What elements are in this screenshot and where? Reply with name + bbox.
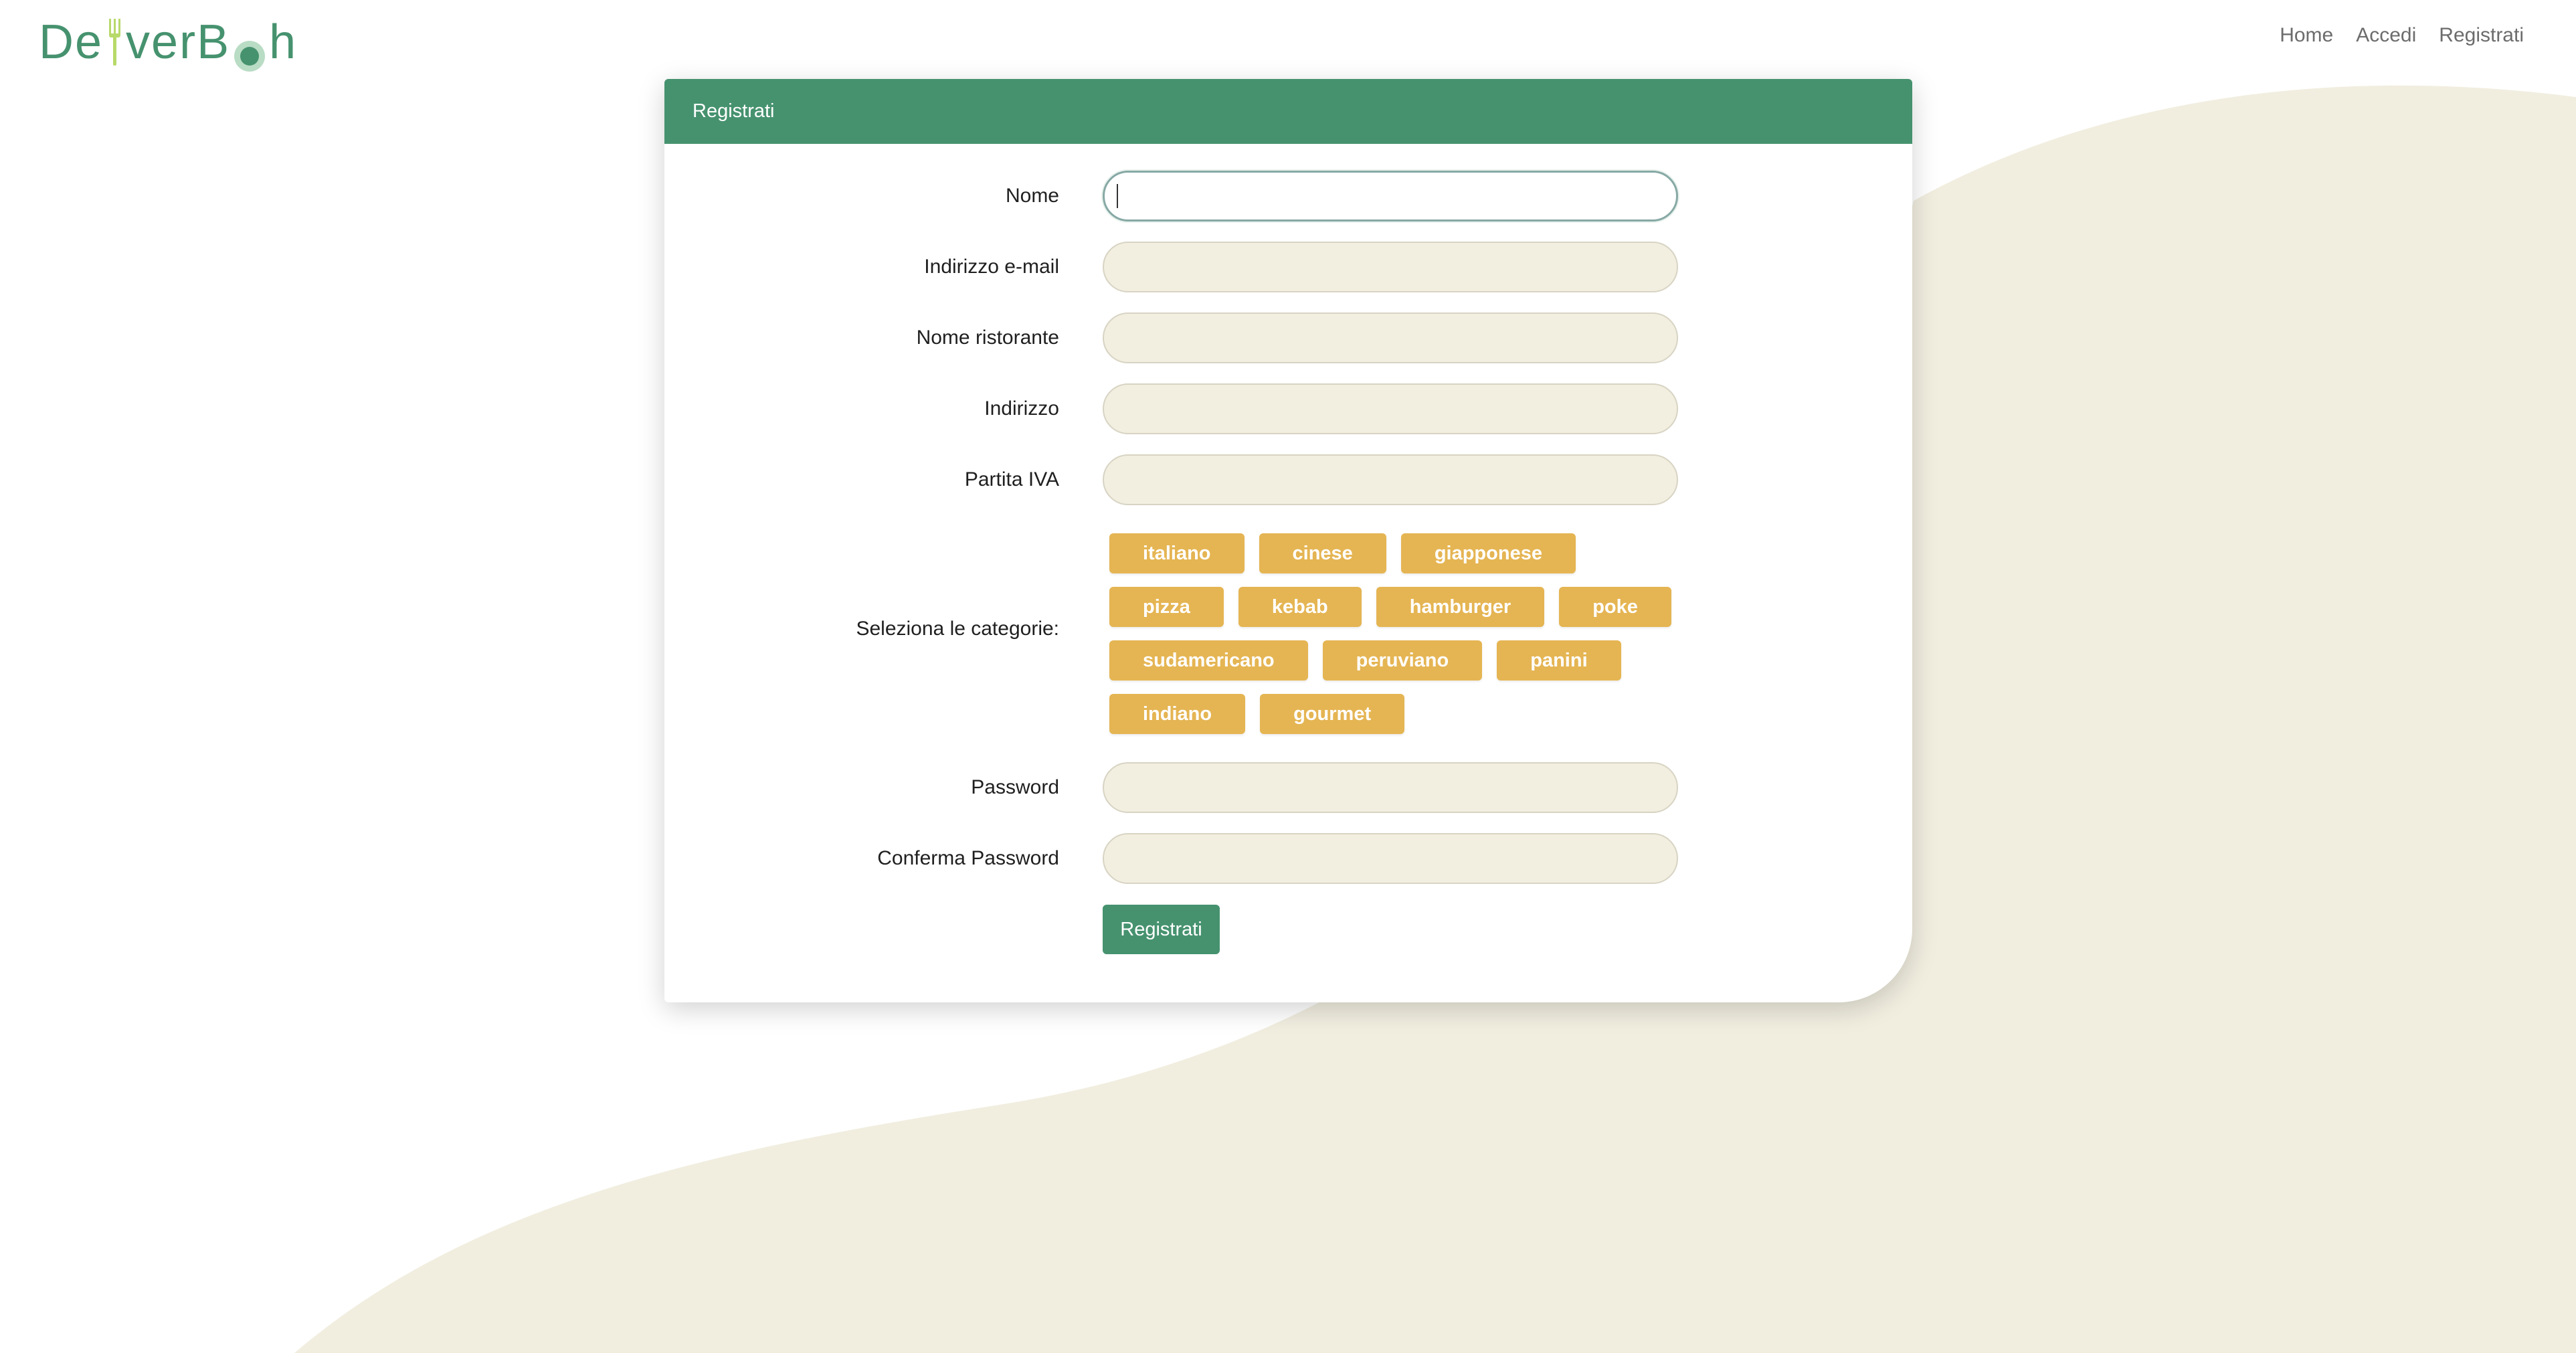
restaurant-name-label: Nome ristorante — [916, 327, 1059, 349]
fork-icon — [107, 19, 122, 66]
plate-icon — [233, 29, 266, 72]
category-chip-pizza[interactable]: pizza — [1109, 587, 1224, 627]
category-chip-hamburger[interactable]: hamburger — [1376, 587, 1545, 627]
card-title: Registrati — [693, 100, 775, 122]
password-label: Password — [971, 776, 1059, 798]
vat-input[interactable] — [1103, 454, 1678, 505]
form-row-confirm-password: Conferma Password — [664, 833, 1912, 884]
nav-link-home[interactable]: Home — [2280, 24, 2333, 47]
category-chip-italiano[interactable]: italiano — [1109, 533, 1245, 573]
nav-link-registrati[interactable]: Registrati — [2439, 24, 2524, 47]
address-input[interactable] — [1103, 383, 1678, 434]
category-chip-cinese[interactable]: cinese — [1259, 533, 1386, 573]
nome-input[interactable] — [1103, 171, 1678, 221]
vat-label: Partita IVA — [964, 468, 1059, 490]
category-chip-poke[interactable]: poke — [1559, 587, 1671, 627]
password-input[interactable] — [1103, 762, 1678, 813]
confirm-password-label: Conferma Password — [877, 847, 1059, 869]
restaurant-name-input[interactable] — [1103, 312, 1678, 363]
form-row-restaurant-name: Nome ristorante — [664, 312, 1912, 363]
confirm-password-input[interactable] — [1103, 833, 1678, 884]
address-label: Indirizzo — [984, 397, 1059, 420]
form-row-password: Password — [664, 762, 1912, 813]
category-chip-sudamericano[interactable]: sudamericano — [1109, 640, 1308, 681]
categories-row-3: sudamericano peruviano panini — [1109, 640, 1621, 681]
logo-text-end: h — [269, 15, 298, 69]
categories-row-4: indiano gourmet — [1109, 694, 1405, 734]
register-submit-button[interactable]: Registrati — [1103, 905, 1220, 954]
category-chip-giapponese[interactable]: giapponese — [1400, 533, 1576, 573]
form-row-vat: Partita IVA — [664, 454, 1912, 505]
category-chip-panini[interactable]: panini — [1497, 640, 1621, 681]
top-navbar: De verB h Home Accedi Registrati — [0, 0, 2576, 80]
logo-text-start: De — [39, 15, 104, 69]
nome-label: Nome — [1005, 185, 1059, 207]
brand-logo[interactable]: De verB h — [39, 12, 297, 72]
registration-card: Registrati Nome Indirizzo e-mail Nome ri… — [664, 79, 1912, 1002]
card-header: Registrati — [664, 79, 1912, 144]
category-chip-kebab[interactable]: kebab — [1238, 587, 1362, 627]
category-chip-indiano[interactable]: indiano — [1109, 694, 1246, 734]
category-chip-gourmet[interactable]: gourmet — [1260, 694, 1405, 734]
email-label: Indirizzo e-mail — [924, 256, 1059, 278]
logo-text-middle: verB — [126, 15, 231, 69]
form-row-nome: Nome — [664, 171, 1912, 221]
nav-links: Home Accedi Registrati — [2280, 24, 2524, 47]
categories-row-2: pizza kebab hamburger poke — [1109, 587, 1671, 627]
categories-row-1: italiano cinese giapponese — [1109, 533, 1576, 573]
categories-label: Seleziona le categorie: — [856, 618, 1059, 640]
form-row-address: Indirizzo — [664, 383, 1912, 434]
nav-link-accedi[interactable]: Accedi — [2356, 24, 2416, 47]
email-input[interactable] — [1103, 242, 1678, 292]
text-caret — [1117, 184, 1118, 208]
category-chip-peruviano[interactable]: peruviano — [1322, 640, 1483, 681]
form-row-email: Indirizzo e-mail — [664, 242, 1912, 292]
